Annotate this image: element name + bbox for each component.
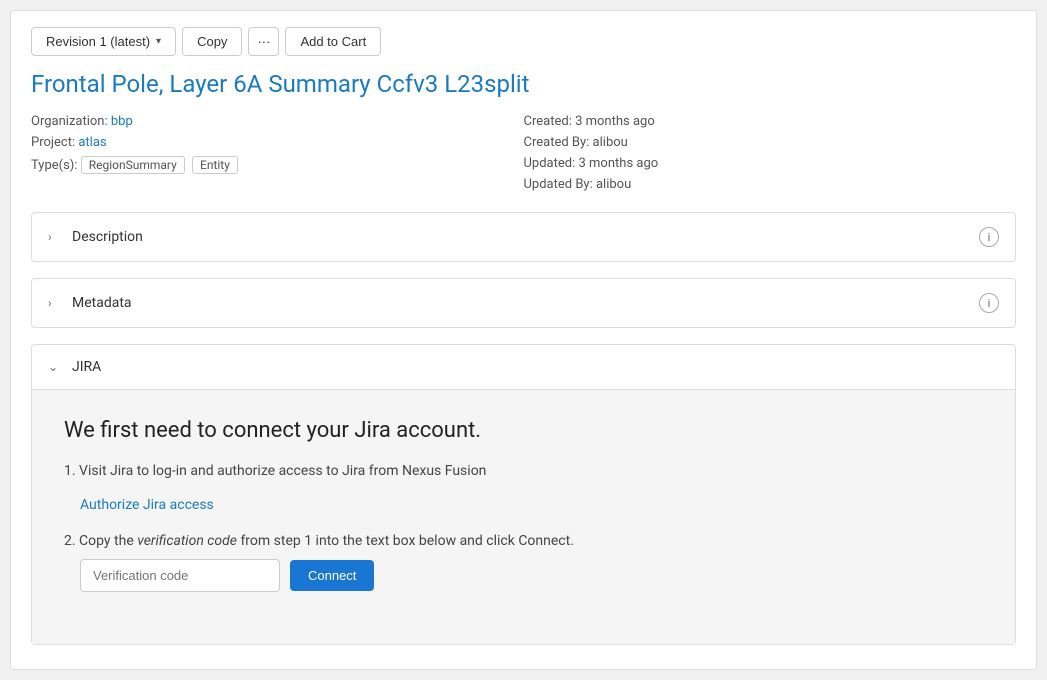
jira-step1-text: 1. Visit Jira to log-in and authorize ac…	[64, 463, 983, 479]
jira-section: ⌄ JIRA We first need to connect your Jir…	[31, 344, 1016, 645]
updated-by-row: Updated By: alibou	[524, 177, 1017, 192]
jira-connect-title: We first need to connect your Jira accou…	[64, 418, 983, 443]
description-info-icon[interactable]: i	[979, 227, 999, 247]
jira-step-1: 1. Visit Jira to log-in and authorize ac…	[64, 463, 983, 513]
more-options-button[interactable]: ···	[248, 27, 279, 56]
revision-button[interactable]: Revision 1 (latest) ▾	[31, 27, 176, 56]
metadata-info-symbol: i	[988, 297, 991, 310]
revision-label: Revision 1 (latest)	[46, 34, 150, 49]
created-by-row: Created By: alibou	[524, 135, 1017, 150]
project-link[interactable]: atlas	[78, 135, 106, 150]
connect-label: Connect	[308, 568, 356, 583]
created-row: Created: 3 months ago	[524, 114, 1017, 129]
page-container: Revision 1 (latest) ▾ Copy ··· Add to Ca…	[0, 0, 1047, 680]
jira-body: We first need to connect your Jira accou…	[32, 389, 1015, 644]
type-badge-region: RegionSummary	[81, 156, 185, 174]
metadata-header-left: › Metadata	[48, 295, 132, 311]
step2-number: 2.	[64, 533, 76, 549]
project-label: Project:	[31, 135, 75, 150]
metadata-section-title: Metadata	[72, 295, 132, 311]
verification-row: Connect	[80, 559, 983, 592]
toolbar: Revision 1 (latest) ▾ Copy ··· Add to Ca…	[31, 27, 1016, 56]
description-title: Description	[72, 229, 143, 245]
jira-header[interactable]: ⌄ JIRA	[32, 345, 1015, 389]
meta-right: Created: 3 months ago Created By: alibou…	[524, 114, 1017, 192]
add-to-cart-label: Add to Cart	[300, 34, 366, 49]
organization-link[interactable]: bbp	[111, 114, 133, 129]
created-value: 3 months ago	[575, 114, 655, 129]
updated-label: Updated:	[524, 156, 576, 171]
copy-button[interactable]: Copy	[182, 27, 242, 56]
sections-container: › Description i › Metadata i	[31, 212, 1016, 653]
step1-description: Visit Jira to log-in and authorize acces…	[79, 463, 486, 479]
metadata-info-icon[interactable]: i	[979, 293, 999, 313]
info-symbol: i	[988, 231, 991, 244]
metadata-section: › Metadata i	[31, 278, 1016, 328]
meta-left: Organization: bbp Project: atlas Type(s)…	[31, 114, 524, 192]
step2-italic: verification code	[137, 533, 237, 549]
types-label: Type(s):	[31, 158, 77, 173]
connect-button[interactable]: Connect	[290, 560, 374, 591]
jira-title: JIRA	[72, 359, 101, 375]
metadata-chevron-icon: ›	[48, 296, 62, 310]
updated-row: Updated: 3 months ago	[524, 156, 1017, 171]
description-header[interactable]: › Description i	[32, 213, 1015, 261]
jira-chevron-icon: ⌄	[48, 360, 62, 374]
jira-step-2: 2. Copy the verification code from step …	[64, 533, 983, 592]
metadata-grid: Organization: bbp Project: atlas Type(s)…	[31, 114, 1016, 192]
types-row: Type(s): RegionSummary Entity	[31, 156, 524, 174]
description-chevron-icon: ›	[48, 230, 62, 244]
jira-step2-text: 2. Copy the verification code from step …	[64, 533, 983, 549]
updated-by-value: alibou	[596, 177, 631, 192]
main-card: Revision 1 (latest) ▾ Copy ··· Add to Ca…	[10, 10, 1037, 670]
organization-row: Organization: bbp	[31, 114, 524, 129]
verification-code-input[interactable]	[80, 559, 280, 592]
type-badge-entity: Entity	[192, 156, 238, 174]
description-header-left: › Description	[48, 229, 143, 245]
updated-value: 3 months ago	[579, 156, 659, 171]
description-section: › Description i	[31, 212, 1016, 262]
updated-by-label: Updated By:	[524, 177, 593, 192]
created-by-value: alibou	[593, 135, 628, 150]
more-icon: ···	[257, 34, 270, 49]
created-label: Created:	[524, 114, 572, 129]
created-by-label: Created By:	[524, 135, 590, 150]
chevron-down-icon: ▾	[156, 36, 161, 47]
metadata-header[interactable]: › Metadata i	[32, 279, 1015, 327]
step2-prefix: Copy the	[79, 533, 137, 549]
add-to-cart-button[interactable]: Add to Cart	[285, 27, 381, 56]
step2-suffix: from step 1 into the text box below and …	[237, 533, 574, 549]
organization-label: Organization:	[31, 114, 108, 129]
step1-number: 1.	[64, 463, 76, 479]
copy-label: Copy	[197, 34, 227, 49]
authorize-jira-link[interactable]: Authorize Jira access	[80, 497, 214, 513]
project-row: Project: atlas	[31, 135, 524, 150]
page-title: Frontal Pole, Layer 6A Summary Ccfv3 L23…	[31, 70, 1016, 98]
